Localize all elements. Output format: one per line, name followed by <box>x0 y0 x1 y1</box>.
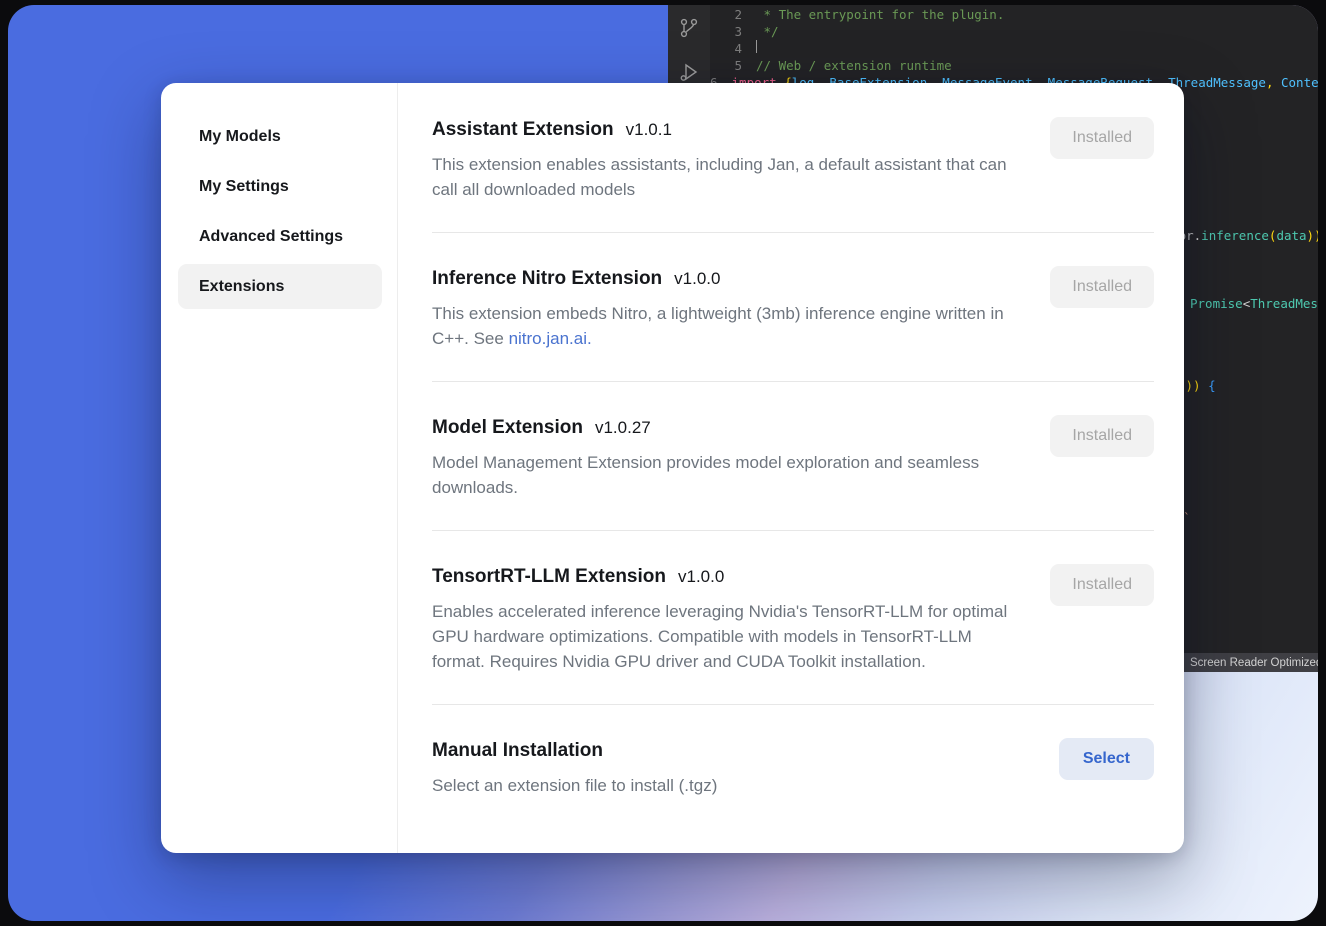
code-line: 4 <box>710 40 1318 57</box>
code-token: // Web / extension runtime <box>756 57 952 74</box>
code-fragment: Promise<ThreadMessage> <box>1190 296 1318 312</box>
run-debug-icon <box>678 61 700 83</box>
line-number: 4 <box>710 40 742 57</box>
code-line: 5 // Web / extension runtime <box>710 57 1318 74</box>
extension-info: TensortRT-LLM Extension v1.0.0 Enables acc… <box>432 564 1010 674</box>
extension-description: This extension enables assistants, inclu… <box>432 152 1010 202</box>
extension-info: Inference Nitro Extension v1.0.0 This exte… <box>432 266 1010 351</box>
code-line: 2 * The entrypoint for the plugin. <box>710 6 1318 23</box>
extension-version: v1.0.27 <box>595 418 651 437</box>
extension-row: Assistant Extension v1.0.1 This extension … <box>432 117 1154 232</box>
extension-version: v1.0.1 <box>626 120 672 139</box>
extension-version: v1.0.0 <box>678 567 724 586</box>
code-token: )) <box>1186 378 1209 393</box>
code-token: ` <box>1183 510 1191 525</box>
description-text: Enables accelerated inference leveraging… <box>432 602 1007 671</box>
code-token: data <box>1276 228 1306 243</box>
installed-button[interactable]: Installed <box>1050 415 1154 457</box>
hero-panel: 2 * The entrypoint for the plugin.3 */45… <box>8 5 1318 921</box>
select-button[interactable]: Select <box>1059 738 1154 780</box>
extension-description: Model Management Extension provides mode… <box>432 450 1010 500</box>
code-token: inference <box>1201 228 1269 243</box>
page-background: 2 * The entrypoint for the plugin.3 */45… <box>0 0 1326 926</box>
extension-description: This extension embeds Nitro, a lightweig… <box>432 301 1010 351</box>
extension-title: Assistant Extension v1.0.1 <box>432 117 1010 143</box>
code-token: ThreadMessage <box>1250 296 1318 311</box>
text-cursor <box>756 40 757 53</box>
sidebar-item-advanced-settings[interactable]: Advanced Settings <box>178 214 382 259</box>
extension-info: Model Extension v1.0.27 Model Management E… <box>432 415 1010 500</box>
extension-title: Inference Nitro Extension v1.0.0 <box>432 266 1010 292</box>
installed-button[interactable]: Installed <box>1050 564 1154 606</box>
nitro-jan-ai-link[interactable]: nitro.jan.ai. <box>509 329 592 348</box>
extension-row: TensortRT-LLM Extension v1.0.0 Enables acc… <box>432 530 1154 704</box>
extension-title: Model Extension v1.0.27 <box>432 415 1010 441</box>
extension-row: Manual Installation Select an extension f… <box>432 704 1154 828</box>
code-token: */ <box>756 23 779 40</box>
code-token: * The entrypoint for the plugin. <box>756 6 1004 23</box>
description-text: This extension enables assistants, inclu… <box>432 155 1007 199</box>
extension-title: Manual Installation <box>432 738 717 764</box>
extension-name: Assistant Extension <box>432 119 614 140</box>
settings-sidebar: My Models My Settings Advanced Settings Ext… <box>161 83 398 853</box>
extension-name: TensortRT-LLM Extension <box>432 566 666 587</box>
line-number: 2 <box>710 6 742 23</box>
code-token: { <box>1208 378 1216 393</box>
sidebar-item-my-models[interactable]: My Models <box>178 114 382 159</box>
extension-row: Inference Nitro Extension v1.0.0 This exte… <box>432 232 1154 381</box>
extension-row: Model Extension v1.0.27 Model Management E… <box>432 381 1154 530</box>
settings-modal: My Models My Settings Advanced Settings Ext… <box>161 83 1184 853</box>
code-token: )) <box>1307 228 1318 243</box>
extension-description: Select an extension file to install (.tg… <box>432 773 717 798</box>
sidebar-item-my-settings[interactable]: My Settings <box>178 164 382 209</box>
code-token: , <box>1266 74 1281 91</box>
installed-button[interactable]: Installed <box>1050 266 1154 308</box>
code-lines: 2 * The entrypoint for the plugin.3 */45… <box>710 6 1318 91</box>
description-text: Model Management Extension provides mode… <box>432 453 979 497</box>
extensions-list: Assistant Extension v1.0.1 This extension … <box>398 83 1184 853</box>
screen-reader-status-item: Screen Reader Optimized <box>1180 653 1318 672</box>
extension-name: Inference Nitro Extension <box>432 268 662 289</box>
code-line: 3 */ <box>710 23 1318 40</box>
line-number: 3 <box>710 23 742 40</box>
line-number: 5 <box>710 57 742 74</box>
code-token: Promise <box>1190 296 1243 311</box>
sidebar-item-extensions[interactable]: Extensions <box>178 264 382 309</box>
description-text: Select an extension file to install (.tg… <box>432 776 717 795</box>
code-token: ThreadMessage <box>1168 74 1266 91</box>
extension-description: Enables accelerated inference leveraging… <box>432 599 1010 674</box>
installed-button[interactable]: Installed <box>1050 117 1154 159</box>
extension-title: TensortRT-LLM Extension v1.0.0 <box>432 564 1010 590</box>
extension-info: Manual Installation Select an extension f… <box>432 738 717 798</box>
source-control-icon <box>678 17 700 39</box>
code-token: ContentType <box>1281 74 1318 91</box>
extension-version: v1.0.0 <box>674 269 720 288</box>
extension-name: Manual Installation <box>432 740 603 761</box>
extension-name: Model Extension <box>432 417 583 438</box>
extension-info: Assistant Extension v1.0.1 This extension … <box>432 117 1010 202</box>
